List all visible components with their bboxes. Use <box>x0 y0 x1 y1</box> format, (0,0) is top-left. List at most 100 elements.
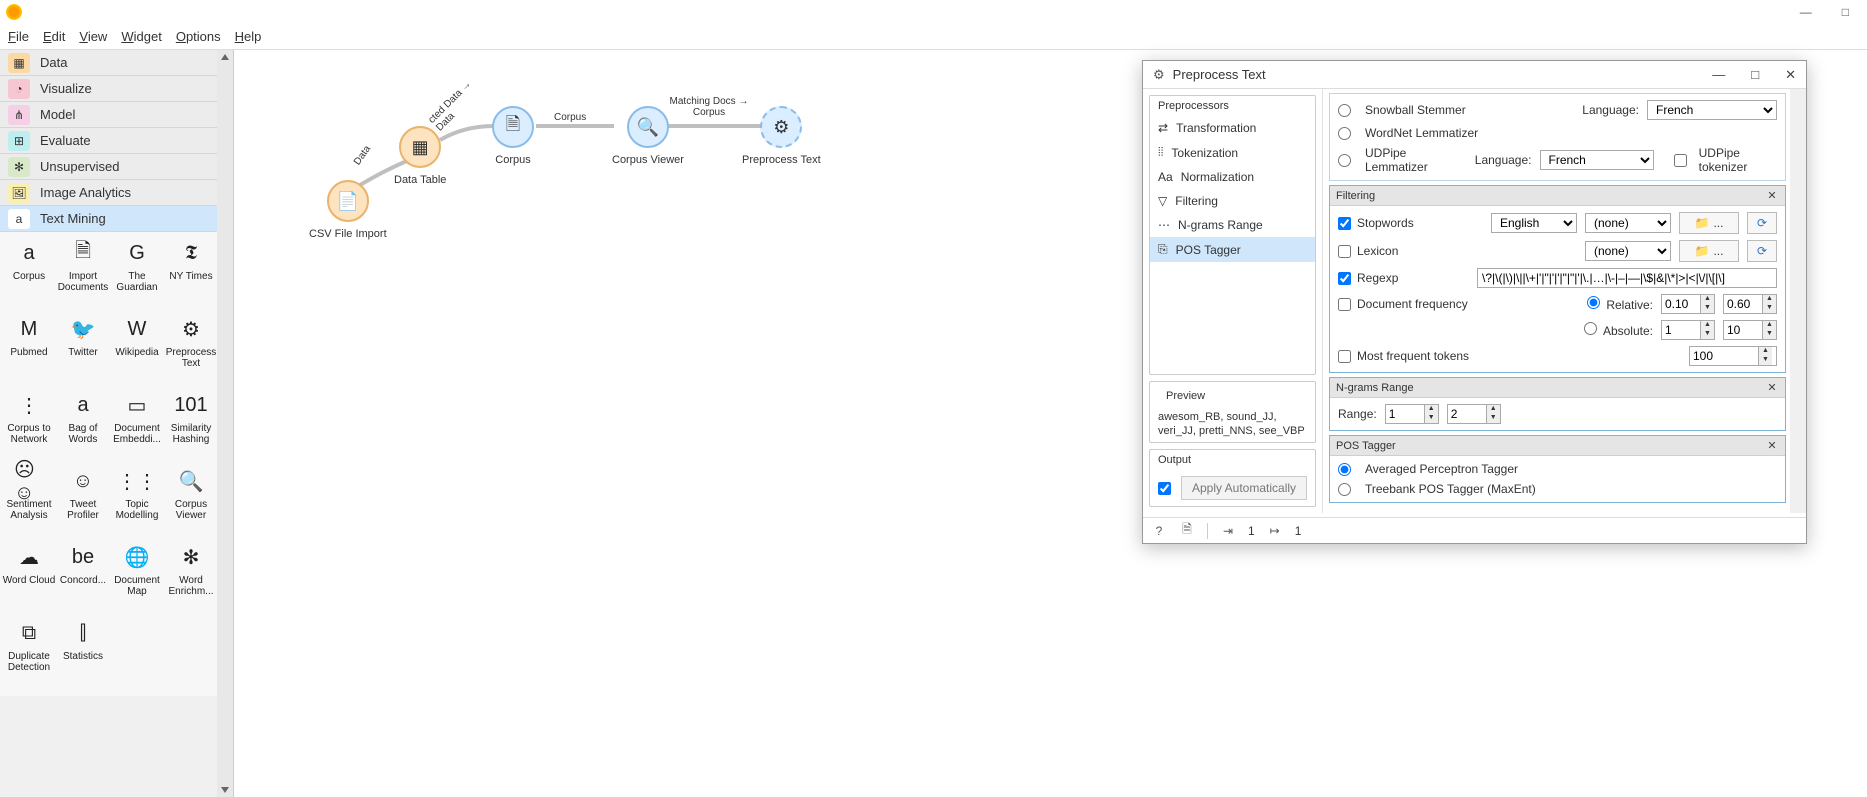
treebank-radio[interactable] <box>1338 483 1351 496</box>
stopwords-reload-button[interactable]: ⟳ <box>1747 212 1777 234</box>
transform-icon: ⇄ <box>1158 121 1168 135</box>
node-data-table[interactable]: ▦ Data Table <box>394 126 446 186</box>
widget-item[interactable]: aCorpus <box>2 238 56 310</box>
apply-button[interactable]: Apply Automatically <box>1181 476 1307 500</box>
lexicon-file-select[interactable]: (none) <box>1585 241 1671 261</box>
lexicon-checkbox[interactable] <box>1338 245 1351 258</box>
menu-help[interactable]: Help <box>235 29 262 44</box>
menu-edit[interactable]: Edit <box>43 29 65 44</box>
ngram-max-spinner[interactable]: ▲▼ <box>1447 404 1501 424</box>
relative-radio[interactable] <box>1587 296 1600 309</box>
wordnet-radio[interactable] <box>1338 127 1351 140</box>
dialog-maximize-button[interactable]: □ <box>1751 67 1759 83</box>
category-image[interactable]: 🖼Image Analytics <box>0 180 233 206</box>
relative-min-spinner[interactable]: ▲▼ <box>1661 294 1715 314</box>
sidebar-scrollbar[interactable] <box>217 50 233 797</box>
menu-file[interactable]: File <box>8 29 29 44</box>
absolute-radio[interactable] <box>1584 322 1597 335</box>
widget-item[interactable]: ▭Document Embeddi... <box>110 390 164 462</box>
widget-icon: ✻ <box>176 542 206 572</box>
node-csv-import[interactable]: 📄 CSV File Import <box>309 180 387 240</box>
close-section-button[interactable]: ✕ <box>1765 189 1779 203</box>
close-section-button[interactable]: ✕ <box>1765 439 1779 453</box>
apply-auto-checkbox[interactable] <box>1158 482 1171 495</box>
widget-item[interactable]: ⧉Duplicate Detection <box>2 618 56 690</box>
widget-item[interactable]: WWikipedia <box>110 314 164 386</box>
preproc-normalization[interactable]: AaNormalization <box>1150 165 1315 189</box>
widget-item[interactable]: ☁Word Cloud <box>2 542 56 614</box>
widget-icon: ⋮ <box>14 390 44 420</box>
lexicon-reload-button[interactable]: ⟳ <box>1747 240 1777 262</box>
reload-icon: ⟳ <box>1757 244 1767 258</box>
udpipe-radio[interactable] <box>1338 154 1351 167</box>
widget-item[interactable]: ⚙Preprocess Text <box>164 314 218 386</box>
widget-item[interactable]: ✻Word Enrichm... <box>164 542 218 614</box>
dialog-scrollbar[interactable] <box>1790 89 1806 513</box>
preproc-tokenization[interactable]: ⦙⦙Tokenization <box>1150 140 1315 165</box>
widget-item[interactable]: 🐦Twitter <box>56 314 110 386</box>
node-corpus[interactable]: 🗎 Corpus <box>492 106 534 166</box>
lexicon-browse-button[interactable]: 📁... <box>1679 240 1739 262</box>
widget-item[interactable]: GThe Guardian <box>110 238 164 310</box>
workflow-canvas[interactable]: 📄 CSV File Import ▦ Data Table 🗎 Corpus … <box>234 50 1867 797</box>
dialog-minimize-button[interactable]: — <box>1712 67 1725 83</box>
stopwords-lang-select[interactable]: English <box>1491 213 1577 233</box>
menu-widget[interactable]: Widget <box>121 29 161 44</box>
snowball-language-select[interactable]: French <box>1647 100 1777 120</box>
widget-item[interactable]: MPubmed <box>2 314 56 386</box>
category-data[interactable]: ▦Data <box>0 50 233 76</box>
regexp-checkbox[interactable] <box>1338 272 1351 285</box>
regexp-input[interactable] <box>1477 268 1777 288</box>
widget-icon: G <box>122 238 152 268</box>
category-visualize[interactable]: ◔Visualize <box>0 76 233 102</box>
widget-item[interactable]: 🗎Import Documents <box>56 238 110 310</box>
widget-item[interactable]: ⫿Statistics <box>56 618 110 690</box>
category-evaluate[interactable]: ⊞Evaluate <box>0 128 233 154</box>
widget-icon: a <box>14 238 44 268</box>
widget-item[interactable]: beConcord... <box>56 542 110 614</box>
close-section-button[interactable]: ✕ <box>1765 381 1779 395</box>
minimize-button[interactable]: — <box>1800 5 1812 19</box>
ngram-min-spinner[interactable]: ▲▼ <box>1385 404 1439 424</box>
docfreq-checkbox[interactable] <box>1338 298 1351 311</box>
snowball-radio[interactable] <box>1338 104 1351 117</box>
table-icon: ▦ <box>399 126 441 168</box>
mostfreq-spinner[interactable]: ▲▼ <box>1689 346 1777 366</box>
node-label: Corpus <box>495 154 530 166</box>
widget-item[interactable]: 101Similarity Hashing <box>164 390 218 462</box>
dialog-titlebar[interactable]: ⚙ Preprocess Text — □ ✕ <box>1143 61 1806 89</box>
widget-item[interactable]: ⋮⋮Topic Modelling <box>110 466 164 538</box>
widget-item[interactable]: aBag of Words <box>56 390 110 462</box>
report-icon[interactable]: 🗎 <box>1179 523 1195 539</box>
preproc-filtering[interactable]: ▽Filtering <box>1150 189 1315 213</box>
menu-view[interactable]: View <box>79 29 107 44</box>
widget-item[interactable]: ☺Tweet Profiler <box>56 466 110 538</box>
averaged-perceptron-radio[interactable] <box>1338 463 1351 476</box>
absolute-min-spinner[interactable]: ▲▼ <box>1661 320 1715 340</box>
preproc-ngrams[interactable]: ⋯N-grams Range <box>1150 213 1315 237</box>
preproc-pos-tagger[interactable]: ⎘POS Tagger <box>1150 237 1315 262</box>
widget-item[interactable]: ⋮Corpus to Network <box>2 390 56 462</box>
udpipe-language-select[interactable]: French <box>1540 150 1655 170</box>
filter-icon: ▽ <box>1158 194 1167 208</box>
category-unsupervised[interactable]: ✻Unsupervised <box>0 154 233 180</box>
widget-item[interactable]: ☹☺Sentiment Analysis <box>2 466 56 538</box>
mostfreq-checkbox[interactable] <box>1338 350 1351 363</box>
stopwords-file-select[interactable]: (none) <box>1585 213 1671 233</box>
preproc-transformation[interactable]: ⇄Transformation <box>1150 116 1315 140</box>
stopwords-checkbox[interactable] <box>1338 217 1351 230</box>
category-text-mining[interactable]: aText Mining <box>0 206 233 232</box>
edge-label: Corpus <box>554 112 586 123</box>
menu-options[interactable]: Options <box>176 29 221 44</box>
category-model[interactable]: ⋔Model <box>0 102 233 128</box>
maximize-button[interactable]: □ <box>1842 5 1849 19</box>
stopwords-browse-button[interactable]: 📁... <box>1679 212 1739 234</box>
widget-item[interactable]: 𝕿NY Times <box>164 238 218 310</box>
relative-max-spinner[interactable]: ▲▼ <box>1723 294 1777 314</box>
help-icon[interactable]: ? <box>1151 523 1167 539</box>
absolute-max-spinner[interactable]: ▲▼ <box>1723 320 1777 340</box>
widget-item[interactable]: 🔍Corpus Viewer <box>164 466 218 538</box>
widget-item[interactable]: 🌐Document Map <box>110 542 164 614</box>
udpipe-tokenizer-checkbox[interactable] <box>1674 154 1687 167</box>
dialog-close-button[interactable]: ✕ <box>1785 67 1796 83</box>
